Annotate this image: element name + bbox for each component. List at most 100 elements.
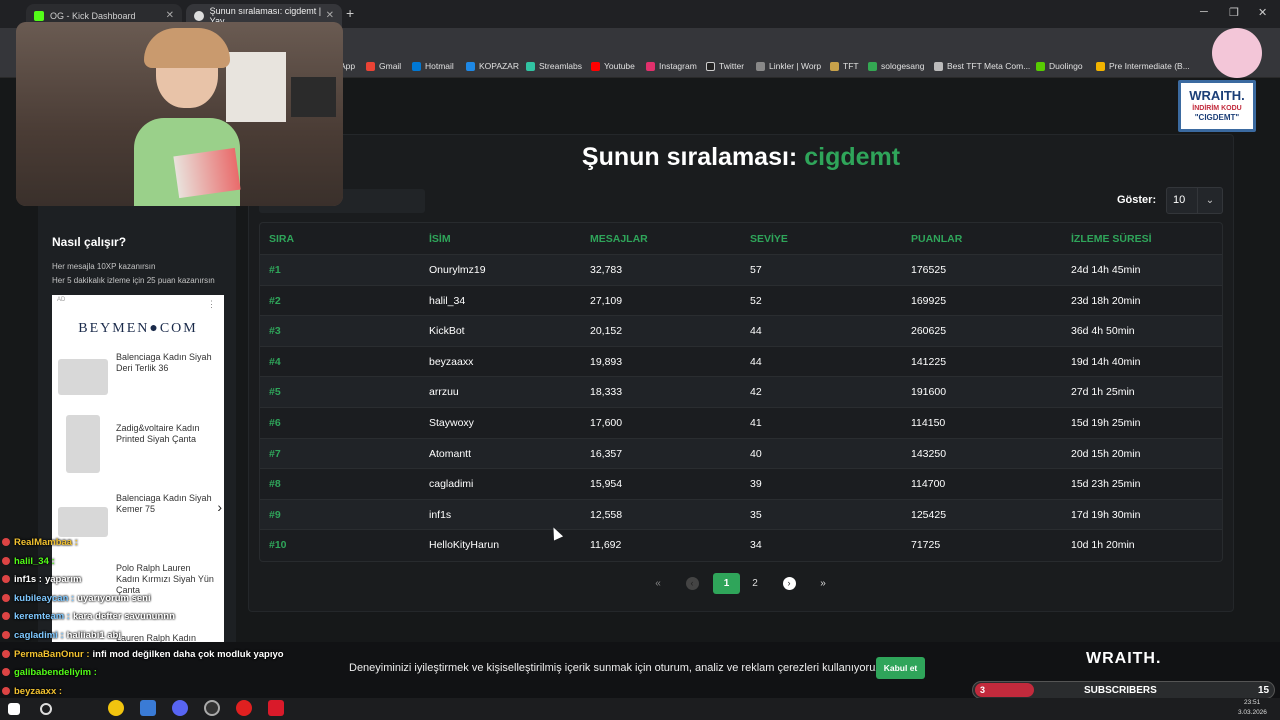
ad-item[interactable]: Zadig&voltaire Kadın Printed Siyah Çanta	[116, 423, 216, 445]
col-header-rank[interactable]: SIRA	[269, 233, 294, 245]
kick-icon	[34, 11, 44, 21]
screen: { "browser": { "tabs": [ {"label": "OG -…	[0, 0, 1280, 720]
chat-badge-icon	[2, 594, 10, 603]
chevron-right-icon[interactable]: ›	[217, 499, 222, 515]
bookmark-hotmail[interactable]: Hotmail	[412, 61, 454, 71]
col-header-name[interactable]: İSİM	[429, 233, 451, 245]
cell-name[interactable]: inf1s	[429, 509, 451, 521]
bookmark-kopazar[interactable]: KOPAZAR	[466, 61, 519, 71]
bookmark-streamlabs[interactable]: Streamlabs	[526, 61, 582, 71]
cell-name[interactable]: HelloKityHarun	[429, 539, 499, 551]
chat-username: RealMambaa :	[14, 537, 78, 548]
cell-watchtime: 23d 18h 20min	[1071, 294, 1141, 307]
bookmark-pre-intermediate[interactable]: Pre Intermediate (B...	[1096, 61, 1190, 71]
ad-item[interactable]: Lauren Ralph Kadın	[116, 633, 216, 642]
first-page-button[interactable]: «	[647, 573, 669, 594]
bookmark-instagram[interactable]: Instagram	[646, 61, 697, 71]
page-button-2[interactable]: 2	[744, 573, 766, 594]
cell-rank: #5	[269, 386, 281, 399]
cell-level: 34	[750, 539, 762, 552]
youtube-icon	[591, 61, 600, 71]
subscriber-goal: 15	[1258, 685, 1270, 696]
new-tab-button[interactable]: +	[346, 5, 354, 21]
bookmark-sologesang[interactable]: sologesang	[868, 61, 924, 71]
page-button-1[interactable]: 1	[713, 573, 740, 594]
chrome-icon[interactable]	[108, 700, 124, 716]
cell-name[interactable]: Staywoxy	[429, 417, 474, 429]
chat-badge-icon	[2, 538, 10, 547]
col-header-watchtime[interactable]: İZLEME SÜRESİ	[1071, 233, 1152, 245]
chat-text: infi mod değilken daha çok modluk yapıyo	[92, 649, 284, 660]
chat-message: beyzaaxx :	[2, 686, 65, 697]
chat-username: galibabendeliyim :	[14, 667, 97, 678]
bookmark-tft-meta[interactable]: Best TFT Meta Com...	[934, 61, 1030, 71]
close-icon[interactable]: ✕	[166, 10, 174, 21]
cell-name[interactable]: Atomantt	[429, 448, 471, 460]
bookmark-gmail[interactable]: Gmail	[366, 61, 401, 71]
cell-watchtime: 27d 1h 25min	[1071, 386, 1135, 399]
chat-badge-icon	[2, 650, 10, 659]
bookmark-tft[interactable]: TFT	[830, 61, 859, 71]
sponsor-brand: WRAITH.	[1189, 88, 1245, 103]
restore-button[interactable]: ❐	[1229, 6, 1239, 19]
bookmark-duolingo[interactable]: Duolingo	[1036, 61, 1083, 71]
chat-message: galibabendeliyim :	[2, 667, 100, 678]
close-window-button[interactable]: ✕	[1258, 6, 1267, 19]
cell-watchtime: 19d 14h 40min	[1071, 355, 1141, 368]
chevron-right-icon: ›	[782, 577, 796, 590]
cell-name[interactable]: KickBot	[429, 325, 465, 337]
cell-rank: #10	[269, 539, 287, 552]
cell-points: 169925	[911, 294, 947, 307]
streamlabs-icon	[526, 61, 535, 71]
cell-name[interactable]: Onurylmz19	[429, 264, 486, 276]
search-icon[interactable]	[40, 703, 52, 715]
chat-badge-icon	[2, 668, 10, 677]
table-row: #9 inf1s 12,558 35 125425 17d 19h 30min	[260, 498, 1222, 530]
bookmark-linkler[interactable]: Linkler | Worp	[756, 61, 821, 71]
col-header-points[interactable]: PUANLAR	[911, 233, 962, 245]
start-icon[interactable]	[8, 703, 20, 715]
cell-points: 114150	[911, 417, 946, 429]
ad-item[interactable]: Polo Ralph Lauren Kadın Kırmızı Siyah Yü…	[116, 563, 216, 596]
chat-badge-icon	[2, 612, 10, 621]
page-size-select[interactable]: 10 ⌄	[1166, 187, 1223, 214]
cell-name[interactable]: cagladimi	[429, 478, 473, 490]
chat-text: haliiabi1 abi	[66, 630, 122, 641]
cell-level: 52	[750, 294, 762, 307]
ad-banner[interactable]: AD ⋮ BEYMEN●COM Balenciaga Kadın Siyah D…	[52, 295, 224, 642]
col-header-level[interactable]: SEVİYE	[750, 233, 788, 245]
cell-points: 176525	[911, 264, 947, 276]
app-icon[interactable]	[140, 700, 156, 716]
cell-watchtime: 36d 4h 50min	[1071, 325, 1135, 338]
next-page-button[interactable]: ›	[778, 573, 800, 594]
ad-item[interactable]: Balenciaga Kadın Siyah Deri Terlik 36	[116, 352, 216, 374]
bookmark-youtube[interactable]: Youtube	[591, 61, 635, 71]
discord-icon[interactable]	[172, 700, 188, 716]
cell-level: 35	[750, 508, 762, 521]
prev-page-button[interactable]: ‹	[681, 573, 703, 594]
chat-message: halil_34 :	[2, 556, 58, 567]
slipper-image	[58, 359, 108, 395]
minimize-button[interactable]: ─	[1200, 6, 1208, 18]
chat-message: inf1s : yaparım	[2, 574, 81, 585]
valorant-icon[interactable]	[268, 700, 284, 716]
last-page-button[interactable]: »	[812, 573, 834, 594]
streamlabs-taskbar-icon[interactable]	[236, 700, 252, 716]
close-icon[interactable]: ✕	[326, 10, 334, 21]
col-header-messages[interactable]: MESAJLAR	[590, 233, 648, 245]
table-row: #8 cagladimi 15,954 39 114700 15d 23h 25min	[260, 468, 1222, 499]
cell-name[interactable]: halil_34	[429, 295, 465, 307]
bookmark-twitter[interactable]: Twitter	[706, 61, 744, 71]
ad-item[interactable]: Balenciaga Kadın Siyah Kemer 75	[116, 493, 216, 515]
accept-cookies-button[interactable]: Kabul et	[876, 657, 925, 679]
show-label: Göster:	[1117, 194, 1157, 206]
cell-name[interactable]: arrzuu	[429, 386, 459, 398]
chevron-left-icon: ‹	[685, 577, 699, 590]
how-it-works-line: Her mesajla 10XP kazanırsın	[52, 262, 156, 271]
link-icon	[756, 61, 765, 71]
obs-icon[interactable]	[204, 700, 220, 716]
cell-name[interactable]: beyzaaxx	[429, 356, 473, 368]
chevron-down-icon: ⌄	[1197, 188, 1222, 213]
cell-points: 191600	[911, 386, 947, 399]
more-options-icon[interactable]: ⋮	[207, 299, 216, 310]
